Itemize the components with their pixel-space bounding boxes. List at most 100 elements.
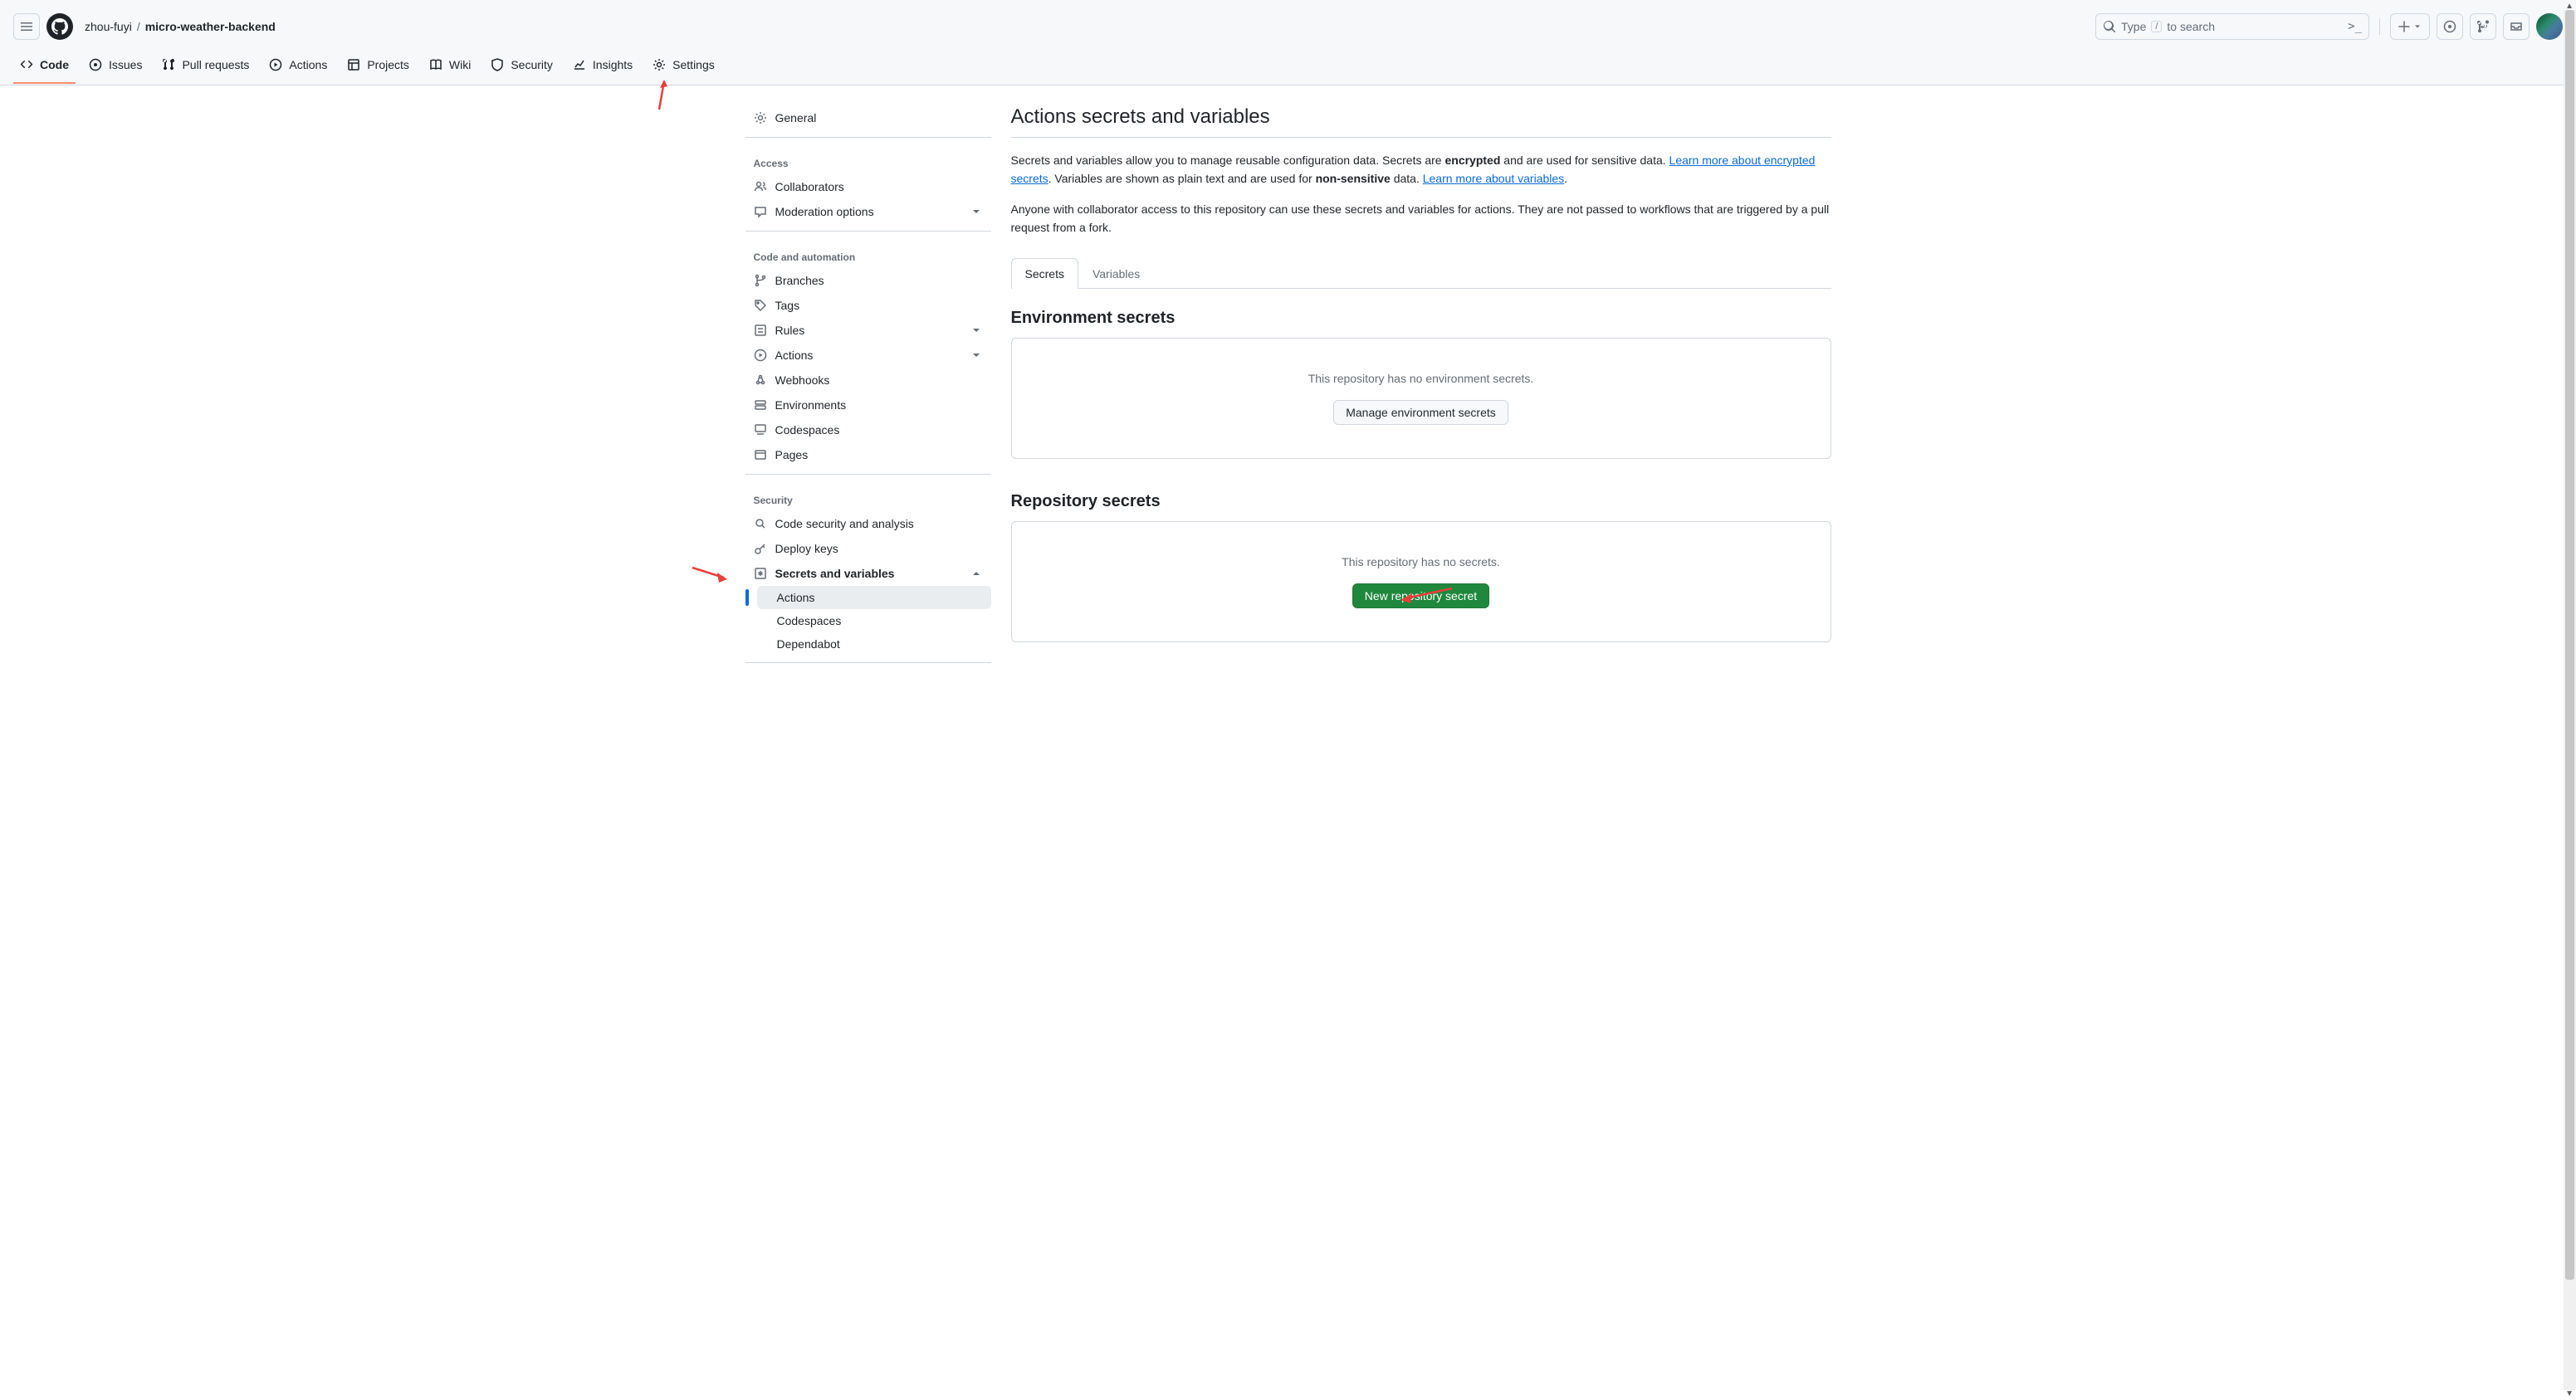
annotation-arrow-secrets <box>691 563 732 586</box>
tab-actions[interactable]: Actions <box>262 50 334 85</box>
sidebar-item-label: Deploy keys <box>775 542 838 555</box>
webhook-icon <box>754 373 767 387</box>
tab-code[interactable]: Code <box>13 50 76 85</box>
sidebar-item-label: Rules <box>775 324 805 337</box>
key-icon <box>754 542 767 555</box>
book-icon <box>429 58 442 71</box>
sidebar-item-code-security[interactable]: Code security and analysis <box>745 511 991 536</box>
sidebar-sub-codespaces[interactable]: Codespaces <box>757 609 991 632</box>
hamburger-icon <box>20 20 33 33</box>
sidebar-item-general[interactable]: General <box>745 105 991 130</box>
sidebar-sub-label: Codespaces <box>777 614 842 627</box>
sidebar-item-moderation[interactable]: Moderation options <box>745 199 991 224</box>
sidebar-sub-dependabot[interactable]: Dependabot <box>757 632 991 656</box>
sidebar-item-label: Actions <box>775 349 814 362</box>
sidebar-heading-security: Security <box>745 481 991 511</box>
sidebar-item-label: Secrets and variables <box>775 567 895 580</box>
sidebar-item-webhooks[interactable]: Webhooks <box>745 368 991 393</box>
sidebar-item-secrets-variables[interactable]: Secrets and variables <box>745 561 991 586</box>
link-variables[interactable]: Learn more about variables <box>1423 172 1564 185</box>
tab-label: Security <box>511 58 553 71</box>
tab-variables[interactable]: Variables <box>1078 258 1154 289</box>
branch-icon <box>754 274 767 287</box>
sidebar-item-rules[interactable]: Rules <box>745 318 991 343</box>
add-button[interactable] <box>2390 13 2430 40</box>
hamburger-button[interactable] <box>13 13 40 40</box>
chevron-up-icon <box>970 567 983 580</box>
sidebar-item-tags[interactable]: Tags <box>745 293 991 318</box>
repo-link[interactable]: micro-weather-backend <box>145 20 276 33</box>
tab-security[interactable]: Security <box>484 50 560 85</box>
description-1: Secrets and variables allow you to manag… <box>1011 151 1831 188</box>
search-key: / <box>2151 21 2162 32</box>
main-content: Actions secrets and variables Secrets an… <box>1011 105 1831 670</box>
rules-icon <box>754 324 767 337</box>
chevron-down-icon <box>970 205 983 218</box>
chevron-down-icon <box>970 324 983 337</box>
sidebar-item-actions[interactable]: Actions <box>745 343 991 368</box>
sidebar-item-codespaces[interactable]: Codespaces <box>745 417 991 442</box>
sidebar-item-label: Pages <box>775 448 809 461</box>
sidebar-heading-code: Code and automation <box>745 238 991 268</box>
manage-env-secrets-button[interactable]: Manage environment secrets <box>1333 400 1508 425</box>
sidebar-item-label: Collaborators <box>775 180 844 193</box>
sidebar: General Access Collaborators Moderation … <box>745 105 991 670</box>
environment-secrets-box: This repository has no environment secre… <box>1011 338 1831 459</box>
tab-wiki[interactable]: Wiki <box>423 50 477 85</box>
owner-link[interactable]: zhou-fuyi <box>85 20 132 33</box>
tab-secrets[interactable]: Secrets <box>1011 258 1078 289</box>
repository-secrets-box: This repository has no secrets. New repo… <box>1011 521 1831 642</box>
sidebar-item-deploy-keys[interactable]: Deploy keys <box>745 536 991 561</box>
sidebar-item-collaborators[interactable]: Collaborators <box>745 174 991 199</box>
sidebar-item-label: Moderation options <box>775 205 874 218</box>
tab-label: Pull requests <box>182 58 249 71</box>
env-empty-text: This repository has no environment secre… <box>1308 372 1534 385</box>
annotation-arrow-new-secret <box>1397 585 1455 610</box>
gear-icon <box>754 111 767 124</box>
pull-requests-button[interactable] <box>2470 13 2496 40</box>
sidebar-item-branches[interactable]: Branches <box>745 268 991 293</box>
scroll-up-icon: ▲ <box>2565 2 2574 11</box>
sidebar-item-label: Branches <box>775 274 824 287</box>
tab-pull-requests[interactable]: Pull requests <box>155 50 256 85</box>
play-icon <box>269 58 282 71</box>
search-placeholder-pre: Type <box>2121 20 2146 33</box>
sidebar-item-pages[interactable]: Pages <box>745 442 991 467</box>
shield-search-icon <box>754 517 767 530</box>
sidebar-item-label: Environments <box>775 398 847 412</box>
people-icon <box>754 180 767 193</box>
sidebar-sub-actions[interactable]: Actions <box>757 586 991 609</box>
breadcrumb: zhou-fuyi / micro-weather-backend <box>85 20 276 33</box>
sidebar-item-label: Webhooks <box>775 373 830 387</box>
sidebar-item-label: General <box>775 111 817 124</box>
tab-label: Code <box>40 58 69 71</box>
tab-settings[interactable]: Settings <box>646 50 721 85</box>
code-icon <box>20 58 33 71</box>
scrollbar[interactable] <box>2564 10 2576 1390</box>
sidebar-item-environments[interactable]: Environments <box>745 393 991 417</box>
description-2: Anyone with collaborator access to this … <box>1011 200 1831 237</box>
sidebar-item-label: Codespaces <box>775 423 840 437</box>
asterisk-icon <box>754 567 767 580</box>
tab-label: Wiki <box>449 58 471 71</box>
comment-icon <box>754 205 767 218</box>
sidebar-heading-access: Access <box>745 144 991 174</box>
tab-label: Issues <box>109 58 142 71</box>
tab-projects[interactable]: Projects <box>340 50 416 85</box>
play-icon <box>754 349 767 362</box>
graph-icon <box>573 58 586 71</box>
tab-issues[interactable]: Issues <box>82 50 149 85</box>
sidebar-sub-label: Dependabot <box>777 637 840 651</box>
avatar[interactable] <box>2536 13 2563 40</box>
search-input[interactable]: Type / to search >_ <box>2095 13 2369 40</box>
github-logo[interactable] <box>46 13 73 40</box>
inbox-button[interactable] <box>2503 13 2530 40</box>
page-title: Actions secrets and variables <box>1011 105 1831 129</box>
repo-empty-text: This repository has no secrets. <box>1342 555 1500 568</box>
sidebar-item-label: Code security and analysis <box>775 517 914 530</box>
pr-icon <box>162 58 175 71</box>
environment-secrets-title: Environment secrets <box>1011 309 1831 328</box>
gear-icon <box>653 58 666 71</box>
issues-button[interactable] <box>2437 13 2463 40</box>
tab-insights[interactable]: Insights <box>566 50 639 85</box>
